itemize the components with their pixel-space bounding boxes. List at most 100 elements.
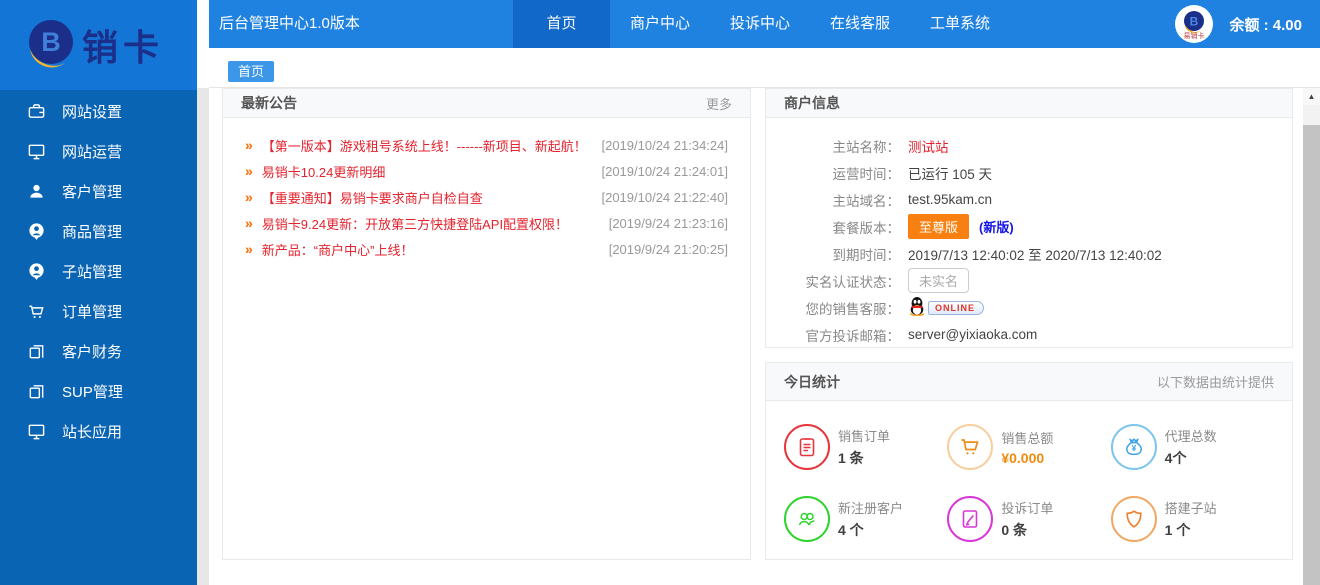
stat-label: 代理总数: [1165, 426, 1217, 445]
announcement-date: [2019/10/24 21:22:40]: [591, 190, 728, 205]
stat-value: 4个: [1165, 448, 1217, 468]
announcement-text: 易销卡10.24更新明细: [262, 162, 386, 181]
sidebar-item-substation-management[interactable]: 子站管理: [0, 251, 197, 291]
monitor-icon: [27, 142, 46, 161]
topbar-right: B 易销卡 余额 : 4.00: [1175, 0, 1302, 48]
merchant-info-title: 商户信息: [784, 93, 840, 113]
nav-tab-home[interactable]: 首页: [513, 0, 610, 48]
brand-badge-icon[interactable]: B 易销卡: [1175, 5, 1213, 43]
today-stats-panel: 今日统计 以下数据由统计提供 销售订单 1 条 销售总额 ¥0.000 ¥: [765, 362, 1293, 560]
nav-tab-ticket-system[interactable]: 工单系统: [910, 0, 1010, 48]
double-chevron-icon: »: [245, 215, 253, 231]
today-stats-title: 今日统计: [784, 372, 840, 392]
announcements-title: 最新公告: [241, 93, 297, 113]
field-value: 已运行 105 天: [908, 163, 992, 183]
briefcase-icon: [27, 102, 46, 121]
clipboard-icon: [784, 424, 830, 470]
new-version-link[interactable]: (新版): [979, 217, 1014, 236]
vertical-scrollbar[interactable]: ▲: [1303, 88, 1320, 585]
field-value: server@yixiaoka.com: [908, 327, 1037, 342]
stat-value: 0 条: [1001, 520, 1053, 540]
svg-text:¥: ¥: [1131, 443, 1136, 453]
stat-agent-count: ¥ 代理总数 4个: [1111, 419, 1274, 475]
cart-icon: [27, 302, 46, 321]
sidebar-item-order-management[interactable]: 订单管理: [0, 291, 197, 331]
breadcrumb[interactable]: 首页: [228, 61, 274, 82]
field-value: 2019/7/13 12:40:02 至 2020/7/13 12:40:02: [908, 244, 1162, 264]
svg-text:B: B: [41, 27, 61, 57]
announcement-text: 新产品：“商户中心”上线！: [262, 240, 414, 259]
nav-tab-online-service[interactable]: 在线客服: [810, 0, 910, 48]
announcement-item[interactable]: » 新产品：“商户中心”上线！ [2019/9/24 21:20:25]: [245, 236, 728, 262]
field-realname-status: 实名认证状态： 未实名: [766, 267, 1292, 294]
package-version-button[interactable]: 至尊版: [908, 214, 969, 239]
field-label: 主站域名：: [766, 190, 900, 210]
top-nav: 首页 商户中心 投诉中心 在线客服 工单系统: [513, 0, 1010, 48]
stat-sales-orders: 销售订单 1 条: [784, 419, 947, 475]
announcement-list: » 【第一版本】游戏租号系统上线！------新项目、新起航！ [2019/10…: [223, 118, 750, 262]
field-label: 到期时间：: [766, 244, 900, 264]
monitor-icon: [27, 422, 46, 441]
stat-substations: 搭建子站 1 个: [1111, 491, 1274, 547]
double-chevron-icon: »: [245, 137, 253, 153]
sidebar-menu: 网站设置 网站运营 客户管理 商品管理 子站管理: [0, 90, 197, 451]
admin-dashboard: { "colors": { "topbar": "#2082e0", "nav_…: [0, 0, 1320, 585]
stat-label: 新注册客户: [838, 498, 903, 517]
announcement-date: [2019/9/24 21:20:25]: [599, 242, 728, 257]
merchant-info-body: 主站名称： 测试站 运营时间： 已运行 105 天 主站域名： test.95k…: [766, 118, 1292, 348]
field-value: test.95kam.cn: [908, 192, 992, 207]
announcements-panel: 最新公告 更多 » 【第一版本】游戏租号系统上线！------新项目、新起航！ …: [222, 88, 751, 560]
announcement-item[interactable]: » 易销卡9.24更新：开放第三方快捷登陆API配置权限！ [2019/9/24…: [245, 210, 728, 236]
sidebar-item-label: 客户管理: [62, 181, 122, 202]
stat-label: 搭建子站: [1165, 498, 1217, 517]
sidebar-item-site-operation[interactable]: 网站运营: [0, 131, 197, 171]
announcement-item[interactable]: » 易销卡10.24更新明细 [2019/10/24 21:24:01]: [245, 158, 728, 184]
stat-complaint-orders: 投诉订单 0 条: [947, 491, 1110, 547]
scrollbar-thumb[interactable]: [1303, 125, 1320, 585]
stat-value: ¥0.000: [1001, 450, 1053, 466]
field-site-name: 主站名称： 测试站: [766, 132, 1292, 159]
sidebar-item-site-settings[interactable]: 网站设置: [0, 91, 197, 131]
sidebar-item-label: 订单管理: [62, 301, 122, 322]
nav-tab-merchant-center[interactable]: 商户中心: [610, 0, 710, 48]
stats-grid: 销售订单 1 条 销售总额 ¥0.000 ¥ 代理总数 4个: [766, 401, 1292, 547]
field-package: 套餐版本： 至尊版 (新版): [766, 213, 1292, 240]
sidebar-item-product-management[interactable]: 商品管理: [0, 211, 197, 251]
realname-status-chip[interactable]: 未实名: [908, 268, 969, 293]
field-label: 主站名称：: [766, 136, 900, 156]
moneybag-icon: ¥: [1111, 424, 1157, 470]
announcement-date: [2019/9/24 21:23:16]: [599, 216, 728, 231]
stats-source-note: 以下数据由统计提供: [1157, 372, 1274, 391]
today-stats-header: 今日统计 以下数据由统计提供: [766, 363, 1292, 401]
sidebar-item-customer-management[interactable]: 客户管理: [0, 171, 197, 211]
sidebar-item-webmaster-apps[interactable]: 站长应用: [0, 411, 197, 451]
topbar: 后台管理中心1.0版本 首页 商户中心 投诉中心 在线客服 工单系统 B 易销卡…: [209, 0, 1320, 48]
brand-logo-text: 销卡: [82, 19, 164, 71]
stat-new-customers: 新注册客户 4 个: [784, 491, 947, 547]
users-icon: [784, 496, 830, 542]
announcement-text: 【重要通知】易销卡要求商户自检自查: [262, 188, 483, 207]
sidebar-item-label: 客户财务: [62, 341, 122, 362]
stat-label: 销售订单: [838, 426, 890, 445]
qq-contact-button[interactable]: ONLINE: [908, 296, 984, 319]
announcement-item[interactable]: » 【第一版本】游戏租号系统上线！------新项目、新起航！ [2019/10…: [245, 132, 728, 158]
svg-text:易销卡: 易销卡: [1184, 31, 1205, 40]
sidebar-item-sup-management[interactable]: SUP管理: [0, 371, 197, 411]
more-link[interactable]: 更多: [706, 94, 732, 113]
merchant-info-panel: 商户信息 主站名称： 测试站 运营时间： 已运行 105 天 主站域名： tes…: [765, 88, 1293, 348]
shield-icon: [1111, 496, 1157, 542]
sidebar-item-customer-finance[interactable]: 客户财务: [0, 331, 197, 371]
announcement-text: 【第一版本】游戏租号系统上线！------新项目、新起航！: [262, 136, 587, 155]
merchant-info-header: 商户信息: [766, 89, 1292, 118]
field-complaint-email: 官方投诉邮箱： server@yixiaoka.com: [766, 321, 1292, 348]
scroll-up-arrow-icon[interactable]: ▲: [1303, 88, 1320, 105]
announcement-item[interactable]: » 【重要通知】易销卡要求商户自检自查 [2019/10/24 21:22:40…: [245, 184, 728, 210]
field-label: 运营时间：: [766, 163, 900, 183]
user-pin-icon: [27, 262, 46, 281]
nav-tab-complaint-center[interactable]: 投诉中心: [710, 0, 810, 48]
sidebar-item-label: 商品管理: [62, 221, 122, 242]
logo[interactable]: B 销卡: [0, 0, 197, 90]
announcement-text: 易销卡9.24更新：开放第三方快捷登陆API配置权限！: [262, 214, 568, 233]
stat-label: 销售总额: [1001, 428, 1053, 447]
stat-value: 1 个: [1165, 520, 1217, 540]
